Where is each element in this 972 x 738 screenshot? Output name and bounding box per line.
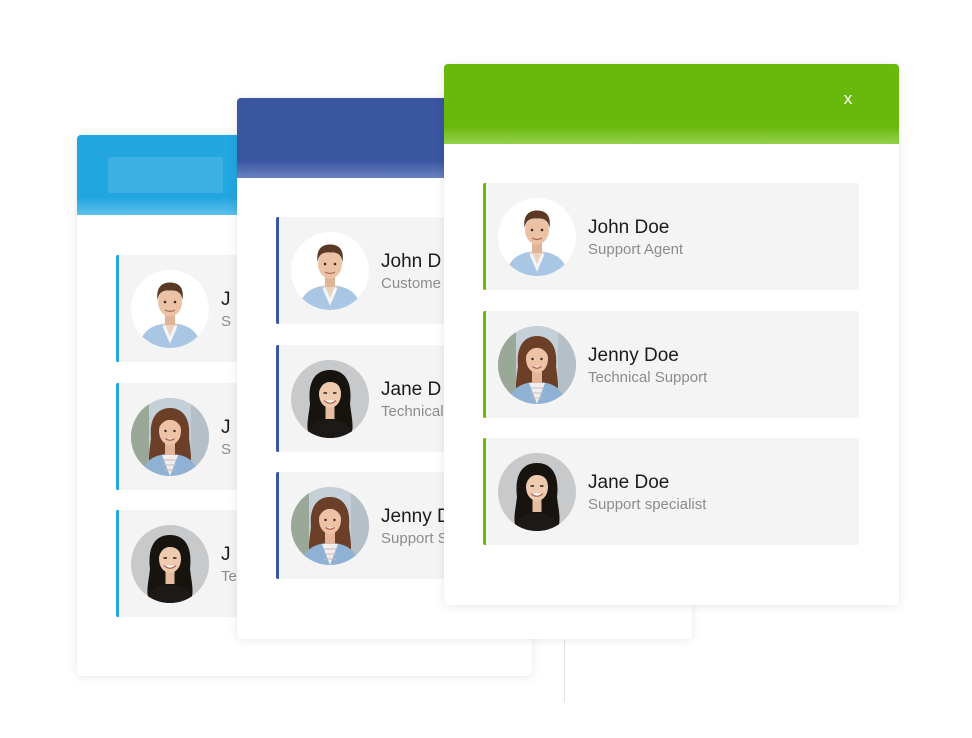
agent-role: S	[221, 313, 232, 330]
agent-avatar	[498, 198, 576, 276]
agent-role: Te	[221, 568, 237, 585]
close-button[interactable]: x	[837, 88, 859, 110]
item-accent-bar	[276, 217, 279, 324]
agent-name: Jenny Doe	[588, 345, 679, 366]
agent-role: Support S	[381, 530, 448, 547]
agent-avatar	[291, 360, 369, 438]
agent-item[interactable]: Jenny Doe Technical Support	[483, 311, 859, 418]
item-accent-bar	[483, 183, 486, 290]
item-accent-bar	[483, 438, 486, 545]
item-accent-bar	[116, 255, 119, 362]
agent-name: Jane D	[381, 379, 442, 400]
agent-avatar	[131, 398, 209, 476]
agent-avatar	[131, 525, 209, 603]
item-accent-bar	[116, 383, 119, 490]
agent-name: J	[221, 417, 231, 438]
agent-avatar	[291, 232, 369, 310]
item-accent-bar	[116, 510, 119, 617]
agent-role: S	[221, 441, 232, 458]
agent-avatar	[498, 326, 576, 404]
agent-item[interactable]: Jane Doe Support specialist	[483, 438, 859, 545]
agent-name: J	[221, 289, 231, 310]
stage: J S J S J Te John D Custome Jane D Techn…	[0, 0, 972, 738]
item-accent-bar	[276, 472, 279, 579]
divider-line	[564, 640, 565, 702]
item-accent-bar	[276, 345, 279, 452]
agent-role: Support specialist	[588, 496, 707, 513]
agent-role: Technical Support	[588, 369, 708, 386]
agent-name: John Doe	[588, 217, 670, 238]
agent-role: Support Agent	[588, 241, 684, 258]
item-accent-bar	[483, 311, 486, 418]
agent-role: Custome	[381, 275, 442, 292]
agent-item[interactable]: John Doe Support Agent	[483, 183, 859, 290]
agent-avatar	[291, 487, 369, 565]
agent-name: Jenny D	[381, 506, 451, 527]
agent-name: Jane Doe	[588, 472, 670, 493]
agent-name: John D	[381, 251, 442, 272]
chat-widget-card-green: x John Doe Support Agent Jenny Doe Techn…	[444, 64, 899, 605]
agent-name: J	[221, 544, 231, 565]
card-header-green: x	[444, 64, 899, 144]
header-placeholder	[108, 157, 223, 193]
agent-role: Technical	[381, 403, 444, 420]
agent-avatar	[498, 453, 576, 531]
agent-avatar	[131, 270, 209, 348]
